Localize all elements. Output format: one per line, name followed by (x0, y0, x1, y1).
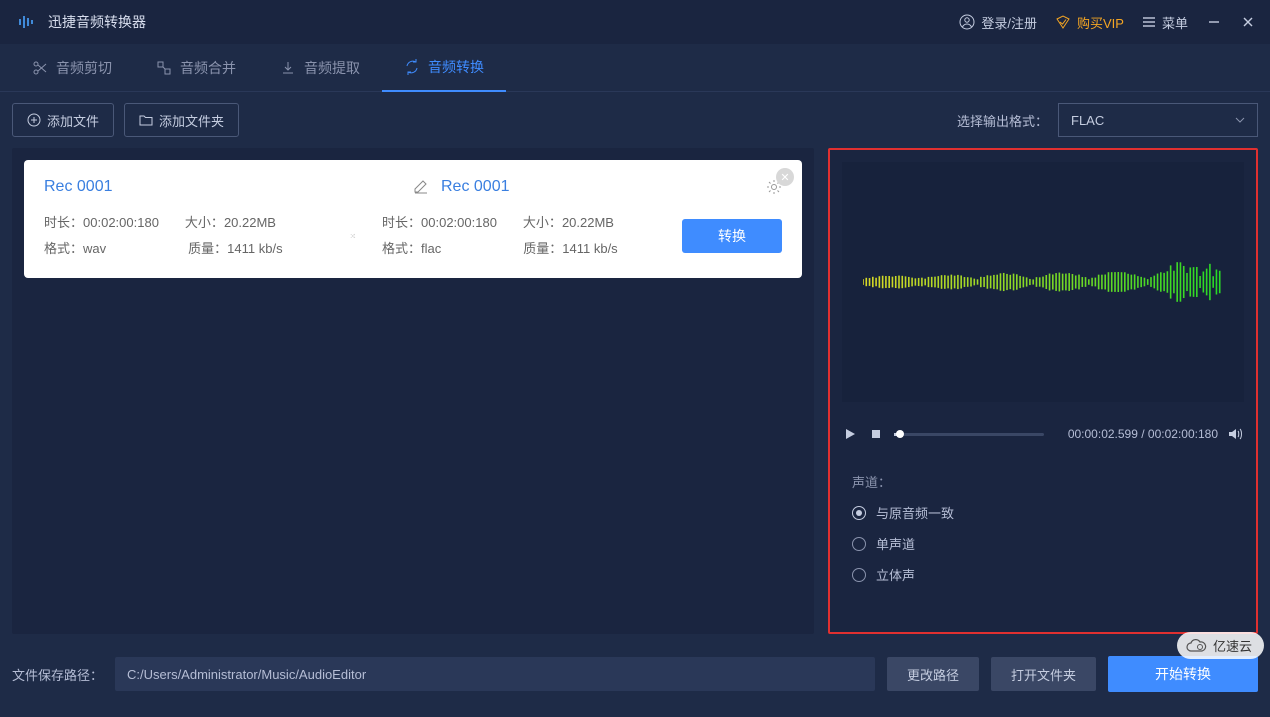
scissors-icon (32, 60, 48, 76)
preview-panel: 00:00:02.599 / 00:02:00:180 声道： 与原音频一致 单… (828, 148, 1258, 634)
menu-label: 菜单 (1162, 13, 1188, 32)
main-area: ✕ Rec 0001 Rec 0001 时长：00:02:00:180 大小：2… (0, 148, 1270, 646)
tab-convert-label: 音频转换 (428, 57, 484, 77)
user-icon (959, 14, 975, 30)
waveform-icon (863, 247, 1223, 317)
add-folder-button[interactable]: 添加文件夹 (124, 103, 239, 137)
vip-label: 购买VIP (1077, 13, 1124, 32)
radio-icon (852, 506, 866, 520)
login-button[interactable]: 登录/注册 (959, 13, 1037, 32)
tab-merge-label: 音频合并 (180, 58, 236, 78)
extract-icon (280, 60, 296, 76)
volume-icon (1228, 427, 1244, 441)
login-label: 登录/注册 (981, 13, 1037, 32)
stop-icon (871, 429, 881, 439)
target-file-name: Rec 0001 (441, 178, 510, 196)
open-folder-button[interactable]: 打开文件夹 (991, 657, 1096, 691)
tab-cut-label: 音频剪切 (56, 58, 112, 78)
cloud-icon (1185, 639, 1207, 653)
waveform-display (842, 162, 1244, 402)
app-title: 迅捷音频转换器 (48, 12, 146, 32)
minimize-button[interactable] (1206, 14, 1222, 30)
toolbar: 添加文件 添加文件夹 选择输出格式： FLAC (0, 92, 1270, 148)
channel-same-radio[interactable]: 与原音频一致 (852, 503, 1234, 522)
player-controls: 00:00:02.599 / 00:02:00:180 (842, 414, 1244, 454)
play-button[interactable] (842, 426, 858, 442)
minimize-icon (1208, 16, 1220, 28)
close-icon (1242, 16, 1254, 28)
menu-button[interactable]: 菜单 (1142, 13, 1188, 32)
change-path-button[interactable]: 更改路径 (887, 657, 979, 691)
remove-file-button[interactable]: ✕ (776, 168, 794, 186)
progress-bar[interactable] (894, 433, 1044, 436)
tab-audio-cut[interactable]: 音频剪切 (10, 44, 134, 92)
folder-icon (139, 113, 153, 127)
start-convert-button[interactable]: 开始转换 (1108, 656, 1258, 692)
file-list-panel: ✕ Rec 0001 Rec 0001 时长：00:02:00:180 大小：2… (12, 148, 814, 634)
convert-icon (404, 59, 420, 75)
shuffle-icon[interactable] (344, 227, 362, 245)
titlebar: 迅捷音频转换器 登录/注册 购买VIP 菜单 (0, 0, 1270, 44)
footer: 文件保存路径： 更改路径 打开文件夹 开始转换 (0, 646, 1270, 702)
save-path-input[interactable] (115, 657, 875, 691)
add-file-button[interactable]: 添加文件 (12, 103, 114, 137)
chevron-down-icon (1235, 117, 1245, 123)
play-icon (844, 428, 856, 440)
close-button[interactable] (1240, 14, 1256, 30)
tab-audio-merge[interactable]: 音频合并 (134, 44, 258, 92)
volume-button[interactable] (1228, 426, 1244, 442)
channel-options: 声道： 与原音频一致 单声道 立体声 (852, 472, 1234, 596)
merge-icon (156, 60, 172, 76)
channel-title: 声道： (852, 472, 1234, 491)
add-file-label: 添加文件 (47, 111, 99, 130)
source-meta: 时长：00:02:00:180 大小：20.22MB 格式：wav 质量：141… (44, 210, 324, 262)
channel-mono-radio[interactable]: 单声道 (852, 534, 1234, 553)
save-path-label: 文件保存路径： (12, 665, 103, 684)
vip-diamond-icon (1055, 14, 1071, 30)
file-item: ✕ Rec 0001 Rec 0001 时长：00:02:00:180 大小：2… (24, 160, 802, 278)
source-file-name: Rec 0001 (44, 178, 113, 196)
tab-audio-convert[interactable]: 音频转换 (382, 44, 506, 92)
nav-tabs: 音频剪切 音频合并 音频提取 音频转换 (0, 44, 1270, 92)
edit-icon[interactable] (413, 179, 429, 195)
plus-circle-icon (27, 113, 41, 127)
output-format-label: 选择输出格式： (957, 111, 1048, 130)
add-folder-label: 添加文件夹 (159, 111, 224, 130)
convert-button[interactable]: 转换 (682, 219, 782, 253)
time-display: 00:00:02.599 / 00:02:00:180 (1068, 427, 1218, 441)
output-format-select[interactable]: FLAC (1058, 103, 1258, 137)
watermark: 亿速云 (1177, 632, 1264, 659)
stop-button[interactable] (868, 426, 884, 442)
tab-extract-label: 音频提取 (304, 58, 360, 78)
watermark-text: 亿速云 (1213, 636, 1252, 655)
radio-icon (852, 537, 866, 551)
radio-icon (852, 568, 866, 582)
format-value: FLAC (1071, 113, 1104, 128)
buy-vip-button[interactable]: 购买VIP (1055, 13, 1124, 32)
app-logo-icon (14, 10, 38, 34)
hamburger-icon (1142, 15, 1156, 29)
target-meta: 时长：00:02:00:180 大小：20.22MB 格式：flac 质量：14… (382, 210, 662, 262)
channel-stereo-radio[interactable]: 立体声 (852, 565, 1234, 584)
tab-audio-extract[interactable]: 音频提取 (258, 44, 382, 92)
